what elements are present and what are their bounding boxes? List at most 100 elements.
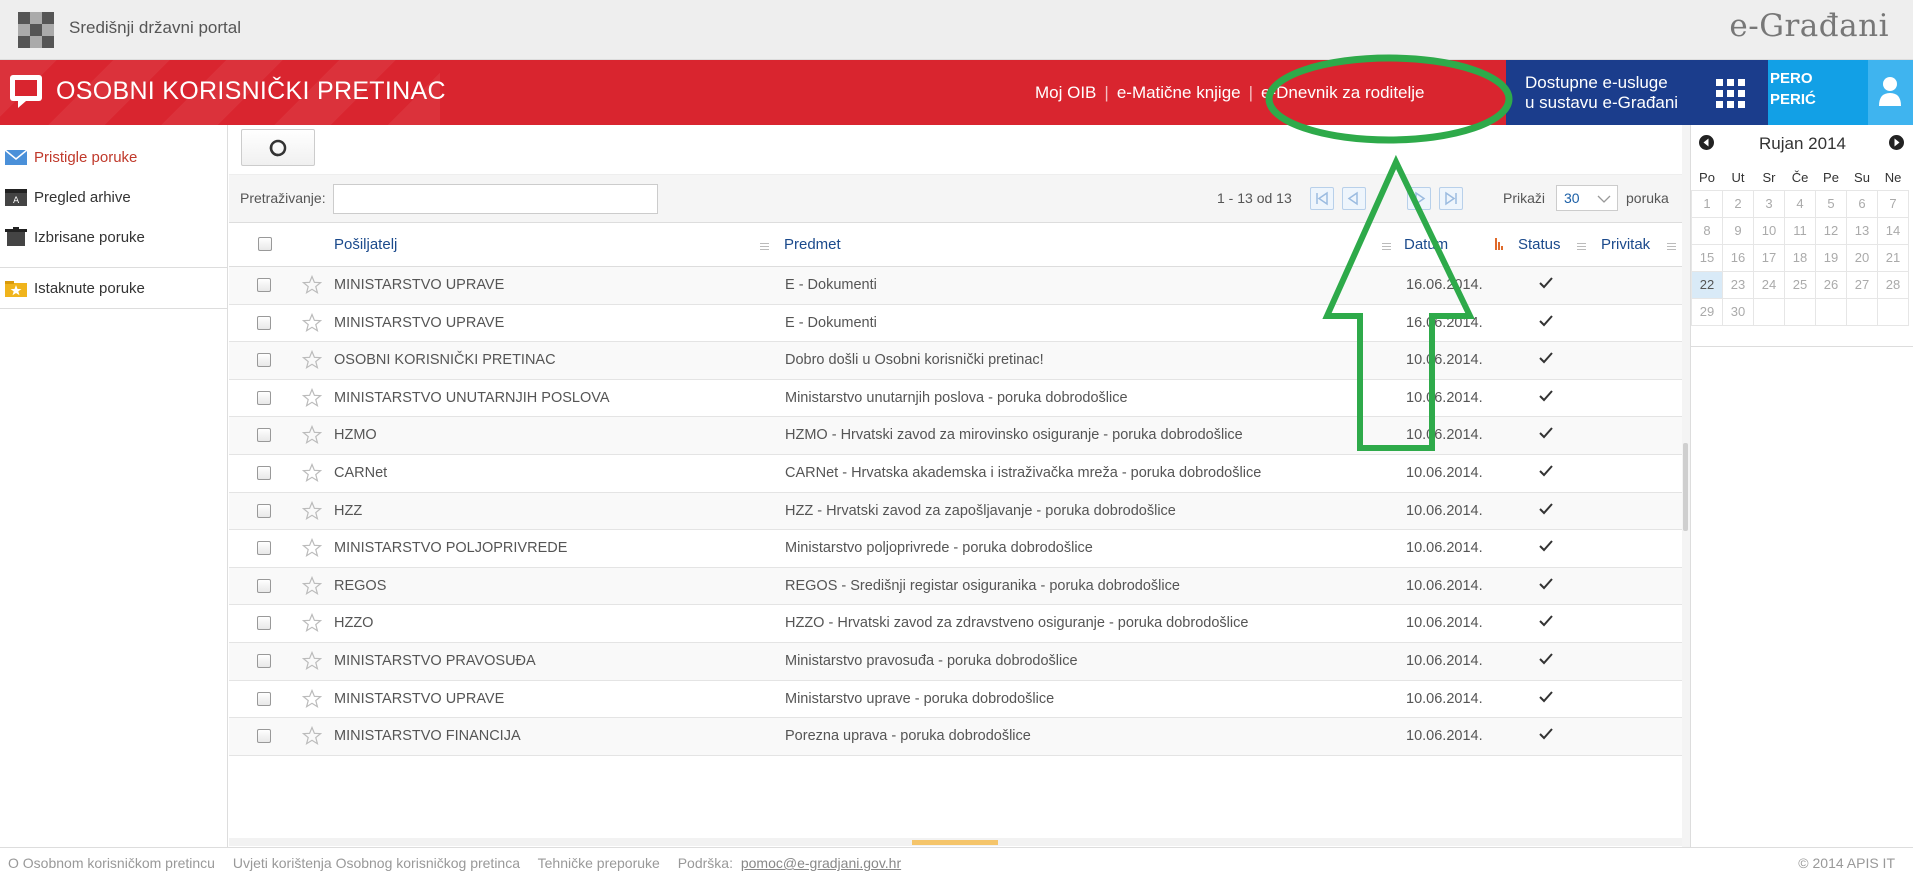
footer-link-tech[interactable]: Tehničke preporuke (538, 855, 660, 871)
calendar-day[interactable]: 13 (1846, 216, 1878, 245)
table-row[interactable]: MINISTARSTVO FINANCIJA Porezna uprava - p… (229, 718, 1682, 756)
support-email-link[interactable]: pomoc@e-gradjani.gov.hr (741, 855, 901, 871)
column-status[interactable]: Status (1518, 236, 1561, 253)
next-month-icon[interactable] (1889, 135, 1904, 150)
table-row[interactable]: MINISTARSTVO UPRAVE Ministarstvo uprave -… (229, 681, 1682, 719)
vertical-scrollbar[interactable] (1682, 125, 1690, 847)
row-checkbox[interactable] (257, 653, 271, 668)
column-resize-handle[interactable] (1667, 243, 1676, 250)
row-checkbox[interactable] (257, 616, 271, 631)
star-icon[interactable] (302, 312, 322, 333)
column-resize-handle[interactable] (760, 243, 769, 250)
table-row[interactable]: REGOS REGOS - Središnji registar osiguran… (229, 567, 1682, 606)
sidebar-item-archive[interactable]: A Pregled arhive (0, 177, 228, 217)
portal-logo-icon[interactable] (18, 12, 54, 48)
sort-descending-icon[interactable] (1495, 238, 1505, 250)
star-icon[interactable] (302, 462, 322, 483)
user-menu[interactable]: PERO PERIĆ (1768, 60, 1913, 125)
calendar-day[interactable]: 18 (1784, 243, 1816, 272)
column-sender[interactable]: Pošiljatelj (334, 236, 397, 253)
calendar-day[interactable]: 21 (1877, 243, 1909, 272)
column-resize-handle[interactable] (1577, 243, 1586, 250)
star-icon[interactable] (302, 500, 322, 521)
calendar-day[interactable]: 16 (1722, 243, 1754, 272)
calendar-day[interactable]: 7 (1877, 189, 1909, 218)
star-icon[interactable] (302, 688, 322, 709)
calendar-day[interactable]: 29 (1691, 297, 1723, 326)
calendar-day[interactable]: 14 (1877, 216, 1909, 245)
row-checkbox[interactable] (257, 428, 271, 443)
table-row[interactable]: OSOBNI KORISNIČKI PRETINAC Dobro došli u … (229, 342, 1682, 380)
table-row[interactable]: MINISTARSTVO UPRAVE E - Dokumenti 16.06.20… (229, 267, 1682, 305)
footer-link-terms[interactable]: Uvjeti korištenja Osobnog korisničkog pr… (233, 855, 520, 871)
portal-name[interactable]: Središnji državni portal (69, 18, 241, 38)
avatar[interactable] (1868, 60, 1913, 125)
calendar-day[interactable]: 5 (1815, 189, 1847, 218)
table-row[interactable]: CARNet CARNet - Hrvatska akademska i istr… (229, 455, 1682, 493)
calendar-day[interactable]: 1 (1691, 189, 1723, 218)
calendar-day[interactable]: 28 (1877, 270, 1909, 299)
calendar-day[interactable]: 4 (1784, 189, 1816, 218)
calendar-day[interactable]: 26 (1815, 270, 1847, 299)
row-checkbox[interactable] (257, 353, 271, 368)
row-checkbox[interactable] (257, 691, 271, 706)
prev-page-button[interactable] (1342, 187, 1366, 210)
sidebar-item-starred[interactable]: Istaknute poruke (0, 268, 228, 308)
column-attachment[interactable]: Privitak (1601, 236, 1650, 253)
calendar-day[interactable]: 6 (1846, 189, 1878, 218)
page-size-select[interactable]: 30 (1556, 185, 1618, 211)
star-icon[interactable] (302, 575, 322, 596)
calendar-day[interactable]: 12 (1815, 216, 1847, 245)
row-checkbox[interactable] (257, 278, 271, 292)
brand-logo[interactable]: e-Građani (1729, 8, 1889, 44)
calendar-day[interactable]: 20 (1846, 243, 1878, 272)
star-icon[interactable] (302, 275, 322, 295)
prev-month-icon[interactable] (1699, 135, 1714, 150)
table-row[interactable]: HZZ HZZ - Hrvatski zavod za zapošljavanje… (229, 492, 1682, 531)
last-page-button[interactable] (1439, 187, 1463, 210)
nav-maticne-knjige[interactable]: e-Matične knjige (1117, 83, 1241, 102)
calendar-day[interactable]: 17 (1753, 243, 1785, 272)
horizontal-scrollbar[interactable] (229, 838, 1682, 846)
table-row[interactable]: MINISTARSTVO PRAVOSUĐA Ministarstvo pravo… (229, 642, 1682, 681)
calendar-day[interactable]: 10 (1753, 216, 1785, 245)
calendar-day[interactable]: 9 (1722, 216, 1754, 245)
first-page-button[interactable] (1310, 187, 1334, 210)
table-row[interactable]: HZZO HZZO - Hrvatski zavod za zdravstveno… (229, 605, 1682, 643)
star-icon[interactable] (302, 425, 322, 445)
footer-link-about[interactable]: O Osobnom korisničkom pretincu (8, 855, 215, 871)
row-checkbox[interactable] (257, 315, 271, 330)
nav-e-dnevnik[interactable]: e-Dnevnik za roditelje (1261, 83, 1424, 102)
calendar-day[interactable]: 8 (1691, 216, 1723, 245)
star-icon[interactable] (302, 613, 322, 633)
row-checkbox[interactable] (257, 578, 271, 593)
services-button[interactable]: Dostupne e-usluge u sustavu e-Građani (1506, 60, 1768, 125)
calendar-day[interactable]: 11 (1784, 216, 1816, 245)
row-checkbox[interactable] (257, 465, 271, 480)
column-subject[interactable]: Predmet (784, 236, 841, 253)
calendar-day[interactable]: 24 (1753, 270, 1785, 299)
calendar-day[interactable]: 22 (1691, 270, 1723, 299)
calendar-day[interactable]: 19 (1815, 243, 1847, 272)
search-input[interactable] (333, 184, 658, 214)
column-resize-handle[interactable] (1382, 243, 1391, 250)
star-icon[interactable] (302, 538, 322, 558)
row-checkbox[interactable] (257, 541, 271, 556)
calendar-day[interactable]: 2 (1722, 189, 1754, 218)
calendar-day[interactable]: 15 (1691, 243, 1723, 272)
column-date[interactable]: Datum (1404, 236, 1448, 253)
select-all-checkbox[interactable] (258, 237, 272, 251)
row-checkbox[interactable] (257, 390, 271, 405)
star-icon[interactable] (302, 650, 322, 671)
calendar-day[interactable]: 3 (1753, 189, 1785, 218)
sidebar-item-deleted[interactable]: Izbrisane poruke (0, 217, 228, 257)
table-row[interactable]: MINISTARSTVO UNUTARNJIH POSLOVA Ministars… (229, 380, 1682, 418)
calendar-day[interactable]: 23 (1722, 270, 1754, 299)
row-checkbox[interactable] (257, 729, 271, 744)
table-row[interactable]: MINISTARSTVO UPRAVE E - Dokumenti 16.06.20… (229, 305, 1682, 343)
star-icon[interactable] (302, 350, 322, 370)
scrollbar-thumb[interactable] (912, 840, 998, 845)
calendar-day[interactable]: 27 (1846, 270, 1878, 299)
calendar-day[interactable]: 25 (1784, 270, 1816, 299)
table-row[interactable]: HZMO HZMO - Hrvatski zavod za mirovinsko … (229, 417, 1682, 455)
